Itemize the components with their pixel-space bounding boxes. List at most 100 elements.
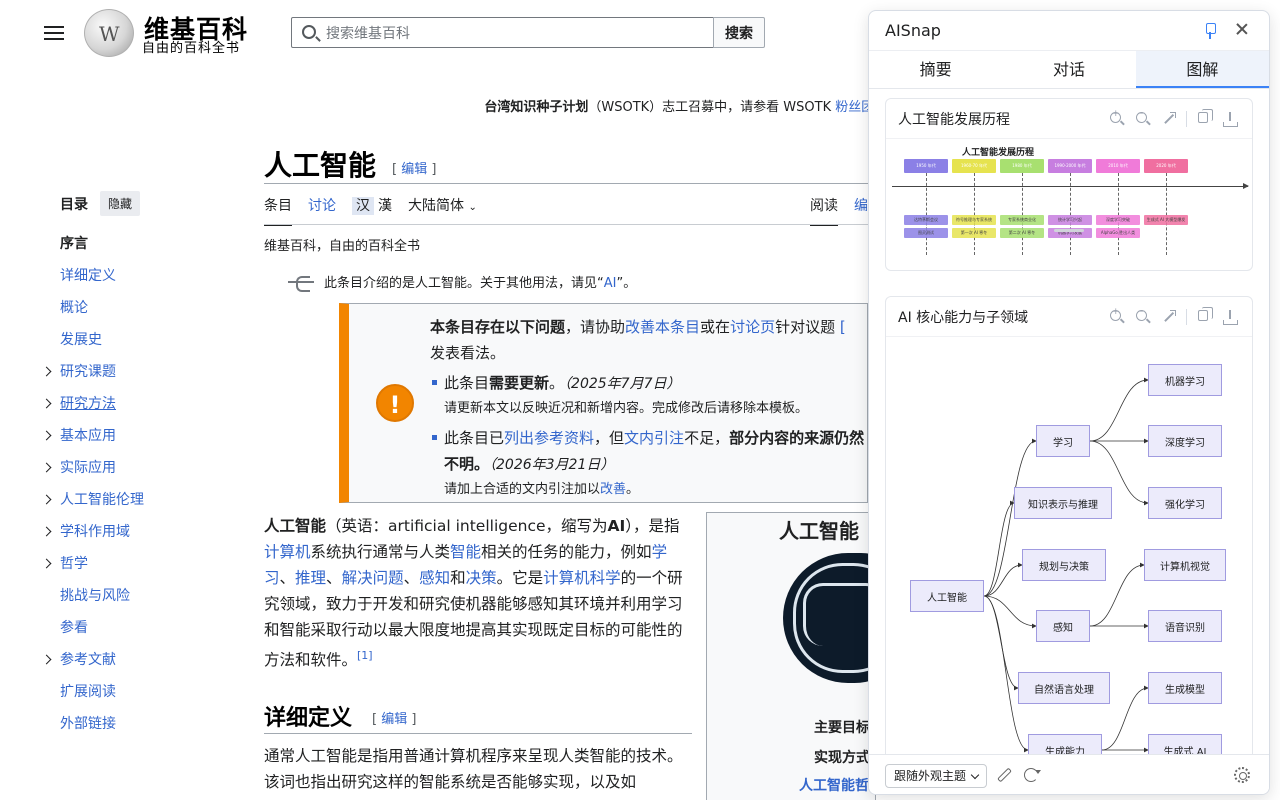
improve-cite-link[interactable]: 改善 <box>600 482 626 497</box>
section-edit-link[interactable]: [ 编辑 ] <box>372 708 416 727</box>
variant-switch[interactable]: 汉漢 <box>352 196 392 226</box>
toc-item[interactable]: 序言 <box>60 228 144 260</box>
search-input[interactable]: 搜索维基百科 <box>291 17 714 48</box>
toc-hide-button[interactable]: 隐藏 <box>100 191 141 216</box>
copy-icon[interactable] <box>1198 307 1213 321</box>
toc-item[interactable]: 基本应用 <box>60 420 144 452</box>
close-icon[interactable] <box>1234 21 1250 37</box>
hatnote-link[interactable]: AI <box>604 276 617 291</box>
panel-tab[interactable]: 摘要 <box>869 51 1002 88</box>
mindmap-card: AI 核心能力与子领域 人工智能学习知识表示与推理规划与决策感知自然语言处理生成… <box>885 296 1253 754</box>
toc-item[interactable]: 研究课题 <box>60 356 144 388</box>
tab-edit[interactable]: 编 <box>854 196 868 226</box>
chevron-right-icon[interactable] <box>43 548 50 580</box>
mindmap-node[interactable]: 生成式 AI <box>1148 734 1222 754</box>
theme-select[interactable]: 跟随外观主题 <box>885 764 987 788</box>
mindmap-node[interactable]: 生成能力 <box>1028 734 1102 754</box>
timeline-card: 人工智能发展历程 人工智能发展历程 1950 年代达特茅斯会议图灵测试 1960-… <box>885 98 1253 271</box>
toc-item[interactable]: 挑战与风险 <box>60 580 144 612</box>
mindmap-node[interactable]: 自然语言处理 <box>1018 672 1110 704</box>
tab-article[interactable]: 条目 <box>264 196 292 226</box>
link-problem-solving[interactable]: 解决问题 <box>342 569 404 587</box>
disambiguation-icon <box>288 274 314 292</box>
chevron-right-icon[interactable] <box>43 644 50 676</box>
infobox: 人工智能 主要目标 实现方式 人工智能哲 <box>706 512 876 800</box>
toc-item[interactable]: 参看 <box>60 612 144 644</box>
section-divider <box>264 733 692 734</box>
toc-item[interactable]: 哲学 <box>60 548 144 580</box>
inline-cite-link[interactable]: 文内引注 <box>624 429 684 447</box>
link-reasoning[interactable]: 推理 <box>295 569 326 587</box>
zoom-out-icon[interactable] <box>1136 109 1147 123</box>
chevron-right-icon[interactable] <box>43 388 50 420</box>
search-button[interactable]: 搜索 <box>713 17 765 48</box>
infobox-row-method: 实现方式 <box>814 750 870 766</box>
timeline-connector <box>926 173 927 255</box>
toc-item[interactable]: 学科作用域 <box>60 516 144 548</box>
link-decision[interactable]: 决策 <box>466 569 497 587</box>
refs-link[interactable]: 列出参考资料 <box>504 429 594 447</box>
toc-item[interactable]: 扩展阅读 <box>60 676 144 708</box>
tabs-divider <box>264 224 868 225</box>
chevron-right-icon[interactable] <box>43 452 50 484</box>
expand-icon[interactable] <box>1162 310 1176 324</box>
mindmap-node[interactable]: 学习 <box>1036 425 1090 457</box>
mindmap-node[interactable]: 人工智能 <box>910 580 984 612</box>
link-perception[interactable]: 感知 <box>419 569 450 587</box>
infobox-title: 人工智能 <box>779 519 859 543</box>
mindmap-node[interactable]: 深度学习 <box>1148 425 1222 457</box>
aisnap-panel: AISnap 摘要对话图解 人工智能发展历程 人工智能发展历程 1950 年代达… <box>868 10 1270 795</box>
zoom-out-icon[interactable] <box>1136 307 1147 321</box>
zoom-in-icon[interactable] <box>1110 109 1121 123</box>
toc-item[interactable]: 参考文献 <box>60 644 144 676</box>
resize-handle[interactable] <box>1054 229 1084 232</box>
link-computer[interactable]: 计算机 <box>264 543 311 561</box>
toc-item[interactable]: 发展史 <box>60 324 144 356</box>
mindmap-node[interactable]: 强化学习 <box>1148 487 1222 519</box>
wikipedia-logo-icon[interactable] <box>84 9 134 57</box>
mindmap-node[interactable]: 感知 <box>1036 610 1090 642</box>
infobox-row-philosophy[interactable]: 人工智能哲 <box>799 775 869 795</box>
panel-tab[interactable]: 对话 <box>1002 51 1135 88</box>
title-edit-link[interactable]: [ 编辑 ] <box>392 158 436 177</box>
chevron-right-icon[interactable] <box>43 420 50 452</box>
copy-icon[interactable] <box>1198 109 1213 123</box>
tab-talk[interactable]: 讨论 <box>308 196 336 226</box>
main-menu-button[interactable] <box>42 22 66 44</box>
chevron-right-icon[interactable] <box>43 484 50 516</box>
timeline-event: 生成式 AI 大模型爆发 <box>1144 215 1188 225</box>
toc-item[interactable]: 外部链接 <box>60 708 144 740</box>
panel-content[interactable]: 人工智能发展历程 人工智能发展历程 1950 年代达特茅斯会议图灵测试 1960-… <box>869 90 1269 754</box>
mindmap-node[interactable]: 规划与决策 <box>1022 549 1106 581</box>
toc-item[interactable]: 人工智能伦理 <box>60 484 144 516</box>
gear-icon[interactable] <box>1234 767 1250 783</box>
panel-tab[interactable]: 图解 <box>1135 51 1269 88</box>
refresh-icon[interactable] <box>1024 768 1038 782</box>
toc-item[interactable]: 详细定义 <box>60 260 144 292</box>
toc-item[interactable]: 研究方法 <box>60 388 144 420</box>
brain-circuit-image[interactable] <box>783 553 875 683</box>
mindmap-node[interactable]: 知识表示与推理 <box>1014 487 1112 519</box>
brush-icon[interactable] <box>996 768 1010 782</box>
mindmap-node[interactable]: 机器学习 <box>1148 364 1222 396</box>
tab-read[interactable]: 阅读 <box>810 196 838 226</box>
ref-1[interactable]: [1] <box>357 649 373 662</box>
mindmap-node[interactable]: 计算机视觉 <box>1144 549 1226 581</box>
toc-item[interactable]: 概论 <box>60 292 144 324</box>
download-icon[interactable] <box>1223 310 1238 325</box>
variant-dropdown[interactable]: 大陆简体 ⌄ <box>408 196 477 226</box>
improve-link[interactable]: 改善本条目 <box>625 318 700 336</box>
mindmap-node[interactable]: 生成模型 <box>1148 672 1222 704</box>
talk-link[interactable]: 讨论页 <box>730 318 775 336</box>
expand-icon[interactable] <box>1162 112 1176 126</box>
chevron-right-icon[interactable] <box>43 516 50 548</box>
timeline-period: 1950 年代 <box>904 159 948 173</box>
pin-icon[interactable] <box>1204 23 1216 39</box>
zoom-in-icon[interactable] <box>1110 307 1121 321</box>
mindmap-node[interactable]: 语音识别 <box>1148 610 1222 642</box>
toc-item[interactable]: 实际应用 <box>60 452 144 484</box>
link-intelligence[interactable]: 智能 <box>450 543 481 561</box>
chevron-right-icon[interactable] <box>43 356 50 388</box>
download-icon[interactable] <box>1223 112 1238 127</box>
link-computer-science[interactable]: 计算机科学 <box>543 569 621 587</box>
